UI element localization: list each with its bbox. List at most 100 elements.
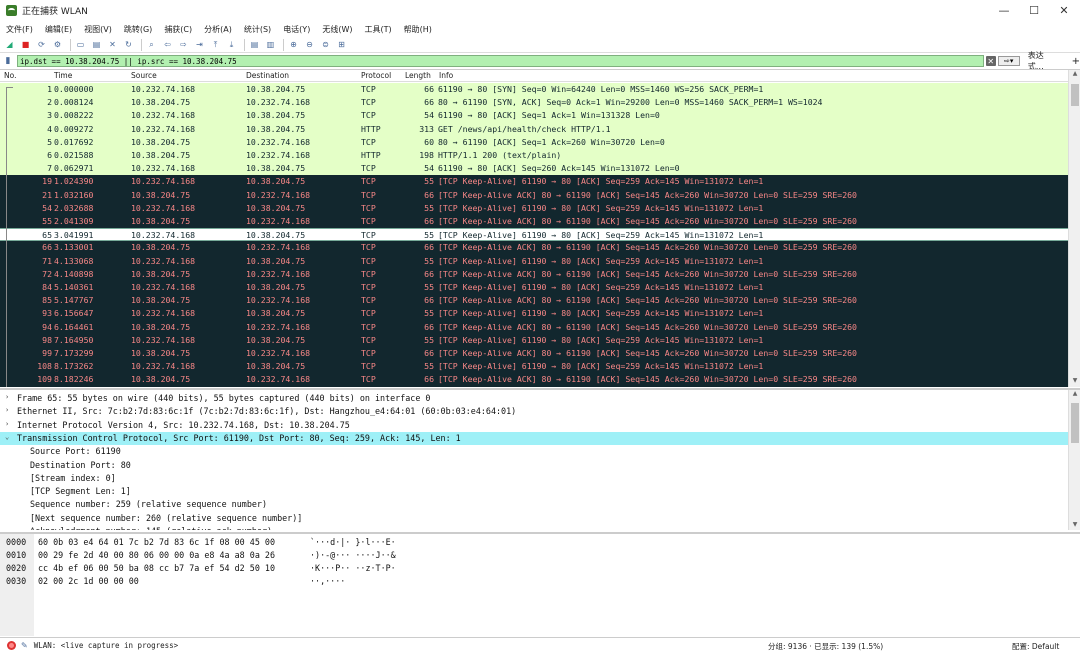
column-header-time[interactable]: Time bbox=[54, 71, 72, 80]
menu-item-9[interactable]: 工具(T) bbox=[364, 24, 391, 35]
menu-item-5[interactable]: 分析(A) bbox=[204, 24, 232, 35]
packet-row[interactable]: 21 1.032160 10.38.204.75 10.232.74.168 TCP 66… bbox=[0, 188, 1068, 202]
column-header-no[interactable]: No. bbox=[4, 71, 16, 80]
packet-row[interactable]: 84 5.140361 10.232.74.168 10.38.204.75 TCP 55… bbox=[0, 281, 1068, 295]
status-profile[interactable]: 配置: Default bbox=[1012, 641, 1059, 652]
menu-item-8[interactable]: 无线(W) bbox=[322, 24, 352, 35]
menu-item-10[interactable]: 帮助(H) bbox=[404, 24, 432, 35]
packet-row[interactable]: 109 8.182246 10.38.204.75 10.232.74.168 TCP 6… bbox=[0, 373, 1068, 387]
packet-row[interactable]: 54 2.032688 10.232.74.168 10.38.204.75 TCP 55… bbox=[0, 201, 1068, 215]
restart-icon[interactable]: ⟳ bbox=[35, 38, 48, 51]
zoom-out-icon[interactable]: ⊖ bbox=[303, 38, 316, 51]
close-file-icon[interactable]: ✕ bbox=[106, 38, 119, 51]
packet-time: 7.173299 bbox=[54, 348, 94, 358]
open-file-icon[interactable]: ▭ bbox=[74, 38, 87, 51]
close-button[interactable]: ✕ bbox=[1048, 0, 1080, 21]
scrollbar-thumb[interactable] bbox=[1071, 403, 1079, 443]
collapsed-chevron-icon[interactable]: › bbox=[5, 420, 9, 428]
packet-row[interactable]: 72 4.140898 10.38.204.75 10.232.74.168 TCP 66… bbox=[0, 267, 1068, 281]
go-first-icon[interactable]: ⤒ bbox=[209, 38, 222, 51]
bookmark-filter-icon[interactable]: ▮ bbox=[2, 55, 14, 67]
menu-item-7[interactable]: 电话(Y) bbox=[283, 24, 310, 35]
packet-row[interactable]: 55 2.041309 10.38.204.75 10.232.74.168 TCP 66… bbox=[0, 215, 1068, 229]
detail-line[interactable]: › Frame 65: 55 bytes on wire (440 bits), … bbox=[0, 392, 1068, 405]
detail-line-selected[interactable]: ⌄ Transmission Control Protocol, Src Port… bbox=[0, 431, 1068, 446]
detail-line[interactable]: › Internet Protocol Version 4, Src: 10.23… bbox=[0, 419, 1068, 432]
column-header-destination[interactable]: Destination bbox=[246, 71, 289, 80]
packet-row[interactable]: 93 6.156647 10.232.74.168 10.38.204.75 TCP 55… bbox=[0, 307, 1068, 321]
detail-line[interactable]: Source Port: 61190 bbox=[0, 445, 1068, 458]
scroll-down-icon[interactable]: ▼ bbox=[1069, 521, 1080, 530]
packet-row[interactable]: 71 4.133068 10.232.74.168 10.38.204.75 TCP 55… bbox=[0, 254, 1068, 268]
clear-filter-button[interactable]: ✕ bbox=[985, 56, 996, 66]
packet-row[interactable]: 98 7.164950 10.232.74.168 10.38.204.75 TCP 55… bbox=[0, 333, 1068, 347]
packet-row[interactable]: 6 0.021588 10.38.204.75 10.232.74.168 HTTP 19… bbox=[0, 149, 1068, 163]
go-back-icon[interactable]: ⇦ bbox=[161, 38, 174, 51]
save-file-icon[interactable]: ▤ bbox=[90, 38, 103, 51]
zoom-normal-icon[interactable]: ⊜ bbox=[319, 38, 332, 51]
scroll-up-icon[interactable]: ▲ bbox=[1069, 70, 1080, 80]
minimize-button[interactable]: — bbox=[988, 0, 1020, 21]
shark-fin-start-icon[interactable]: ◢ bbox=[3, 38, 16, 51]
column-header-length[interactable]: Length bbox=[405, 71, 431, 80]
menu-item-2[interactable]: 视图(V) bbox=[84, 24, 112, 35]
detail-line[interactable]: [Stream index: 0] bbox=[0, 472, 1068, 485]
scroll-up-icon[interactable]: ▲ bbox=[1069, 390, 1080, 400]
zoom-in-icon[interactable]: ⊕ bbox=[287, 38, 300, 51]
go-last-icon[interactable]: ⤓ bbox=[225, 38, 238, 51]
packet-row[interactable]: 99 7.173299 10.38.204.75 10.232.74.168 TCP 66… bbox=[0, 347, 1068, 361]
capture-comment-icon[interactable]: ✎ bbox=[21, 641, 28, 650]
menu-item-6[interactable]: 统计(S) bbox=[244, 24, 271, 35]
packet-row[interactable]: 3 0.008222 10.232.74.168 10.38.204.75 TCP 54 6… bbox=[0, 109, 1068, 123]
apply-filter-button[interactable]: ⇨▾ bbox=[997, 56, 1020, 66]
column-header-protocol[interactable]: Protocol bbox=[361, 71, 391, 80]
find-packet-icon[interactable]: ⌕ bbox=[145, 38, 158, 51]
detail-line[interactable]: [TCP Segment Len: 1] bbox=[0, 485, 1068, 498]
selected-packet-row[interactable]: 65 3.041991 10.232.74.168 10.38.204.75 TCP 55… bbox=[0, 228, 1068, 242]
expanded-chevron-icon[interactable]: ⌄ bbox=[5, 433, 9, 441]
stop-square-icon[interactable]: ■ bbox=[19, 38, 32, 51]
autoscroll-icon[interactable]: ▤ bbox=[248, 38, 261, 51]
packet-row[interactable]: 19 1.024390 10.232.74.168 10.38.204.75 TCP 55… bbox=[0, 175, 1068, 189]
column-header-source[interactable]: Source bbox=[131, 71, 157, 80]
resize-columns-icon[interactable]: ⊞ bbox=[335, 38, 348, 51]
collapsed-chevron-icon[interactable]: › bbox=[5, 406, 9, 414]
go-forward-icon[interactable]: ⇨ bbox=[177, 38, 190, 51]
detail-line[interactable]: [Next sequence number: 260 (relative seq… bbox=[0, 512, 1068, 525]
add-filter-button[interactable]: + bbox=[1072, 56, 1080, 67]
scrollbar-thumb[interactable] bbox=[1071, 84, 1079, 106]
hex-dump-line[interactable]: 0020 cc 4b ef 06 00 50 ba 08 cc b7 7a ef … bbox=[0, 563, 1040, 576]
reload-icon[interactable]: ↻ bbox=[122, 38, 135, 51]
menu-item-0[interactable]: 文件(F) bbox=[6, 24, 33, 35]
packet-row[interactable]: 5 0.017692 10.38.204.75 10.232.74.168 TCP 60 8… bbox=[0, 135, 1068, 149]
packet-list-scrollbar[interactable]: ▲ ▼ bbox=[1068, 70, 1080, 387]
column-header-info[interactable]: Info bbox=[439, 71, 453, 80]
go-to-packet-icon[interactable]: ⇥ bbox=[193, 38, 206, 51]
hex-dump-line[interactable]: 0030 02 00 2c 1d 00 00 00 ··,···· bbox=[0, 576, 1040, 589]
packet-row[interactable]: 2 0.008124 10.38.204.75 10.232.74.168 TCP 66 8… bbox=[0, 96, 1068, 110]
packet-row[interactable]: 1 0.000000 10.232.74.168 10.38.204.75 TCP 66 6… bbox=[0, 83, 1068, 97]
scroll-down-icon[interactable]: ▼ bbox=[1069, 377, 1080, 387]
detail-line[interactable]: Acknowledgment number: 145 (relative ack… bbox=[0, 525, 1068, 530]
display-filter-input[interactable] bbox=[16, 55, 984, 67]
menu-item-1[interactable]: 编辑(E) bbox=[45, 24, 72, 35]
collapsed-chevron-icon[interactable]: › bbox=[5, 393, 9, 401]
packet-row[interactable]: 7 0.062971 10.232.74.168 10.38.204.75 TCP 54 6… bbox=[0, 162, 1068, 176]
packet-row[interactable]: 4 0.009272 10.232.74.168 10.38.204.75 HTTP 31… bbox=[0, 122, 1068, 136]
maximize-button[interactable]: ☐ bbox=[1018, 0, 1050, 21]
colorize-icon[interactable]: ▥ bbox=[264, 38, 277, 51]
options-gear-icon[interactable]: ⚙ bbox=[51, 38, 64, 51]
capture-status-icon[interactable] bbox=[7, 640, 16, 650]
packet-row[interactable]: 108 8.173262 10.232.74.168 10.38.204.75 TCP 5… bbox=[0, 360, 1068, 374]
details-scrollbar[interactable]: ▲ ▼ bbox=[1068, 390, 1080, 530]
menu-item-3[interactable]: 跳转(G) bbox=[124, 24, 152, 35]
packet-row[interactable]: 66 3.133001 10.38.204.75 10.232.74.168 TCP 66… bbox=[0, 241, 1068, 255]
hex-dump-line[interactable]: 0000 60 0b 03 e4 64 01 7c b2 7d 83 6c 1f … bbox=[0, 537, 1040, 550]
detail-line[interactable]: Sequence number: 259 (relative sequence … bbox=[0, 498, 1068, 511]
detail-line[interactable]: › Ethernet II, Src: 7c:b2:7d:83:6c:1f (7c… bbox=[0, 405, 1068, 418]
packet-row[interactable]: 85 5.147767 10.38.204.75 10.232.74.168 TCP 66… bbox=[0, 294, 1068, 308]
hex-dump-line[interactable]: 0010 00 29 fe 2d 40 00 80 06 00 00 0a e8 … bbox=[0, 550, 1040, 563]
detail-line[interactable]: Destination Port: 80 bbox=[0, 459, 1068, 472]
packet-row[interactable]: 94 6.164461 10.38.204.75 10.232.74.168 TCP 66… bbox=[0, 320, 1068, 334]
menu-item-4[interactable]: 捕获(C) bbox=[164, 24, 192, 35]
